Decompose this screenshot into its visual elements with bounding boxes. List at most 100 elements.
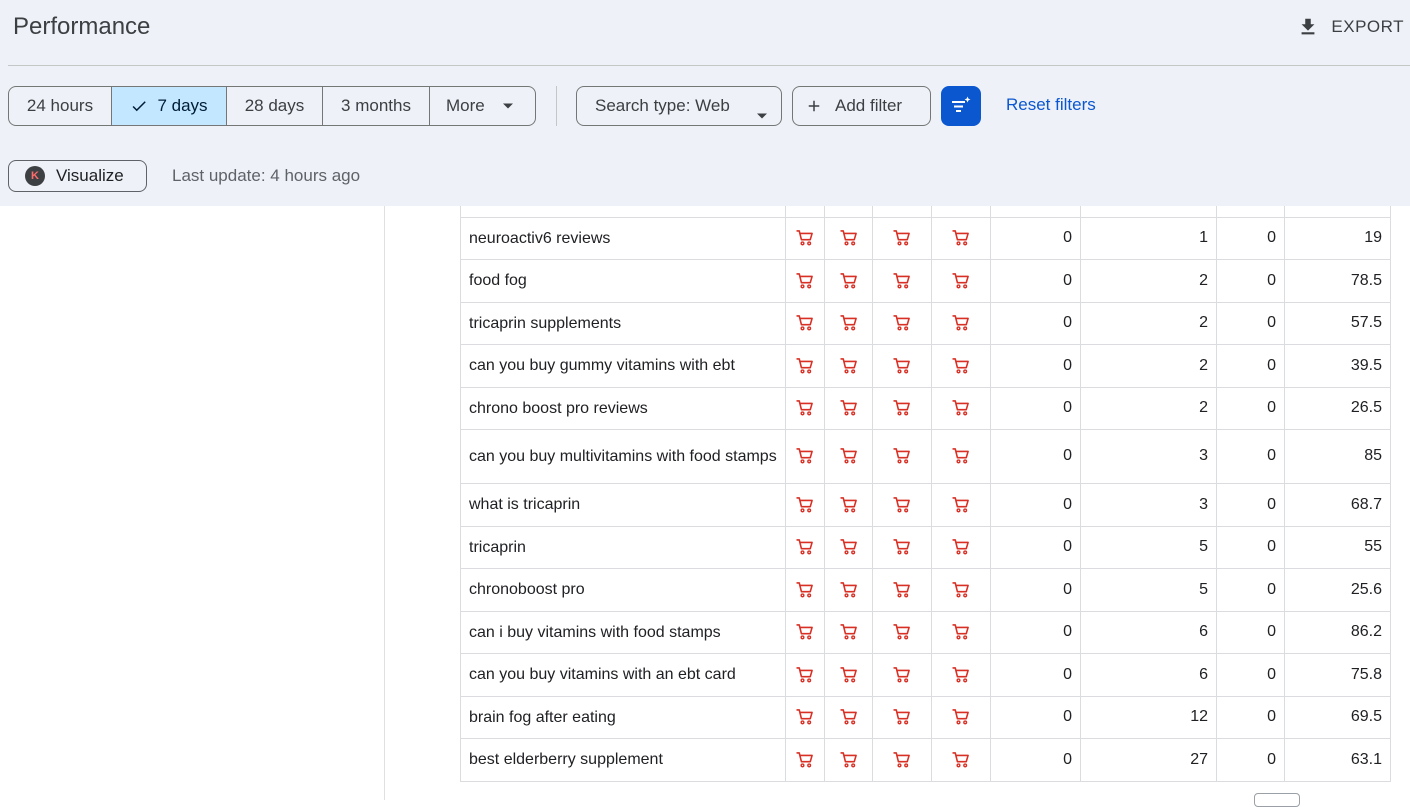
add-filter-button[interactable]: Add filter (792, 86, 931, 126)
shopping-cart-icon (785, 343, 825, 388)
shopping-cart-icon (931, 386, 991, 430)
shopping-cart-icon (785, 695, 825, 739)
shopping-cart-icon (785, 386, 825, 430)
metric-cell: 0 (1216, 428, 1285, 484)
metric-cell: 0 (990, 428, 1081, 484)
metric-cell: 0 (1216, 610, 1285, 654)
metric-cell: 75.8 (1284, 652, 1391, 697)
query-cell[interactable]: brain fog after eating (460, 695, 786, 739)
page-title: Performance (13, 13, 151, 40)
table-cell (1080, 206, 1217, 218)
queries-table-body: neuroactiv6 reviews 0 1 0 19 food fog 0 2 0 78.5 t… (460, 206, 1391, 782)
table-row[interactable]: can you buy multivitamins with food stam… (460, 428, 1391, 484)
query-cell[interactable]: can i buy vitamins with food stamps (460, 610, 786, 654)
caret-down-icon (502, 103, 513, 109)
shopping-cart-icon (824, 695, 873, 739)
last-update-text: Last update: 4 hours ago (172, 166, 361, 185)
query-cell[interactable]: what is tricaprin (460, 482, 786, 527)
shopping-cart-icon (824, 343, 873, 388)
shopping-cart-icon (872, 610, 932, 654)
shopping-cart-icon (872, 652, 932, 697)
metric-cell: 0 (990, 610, 1081, 654)
metric-cell: 6 (1080, 652, 1217, 697)
query-cell[interactable]: can you buy multivitamins with food stam… (460, 428, 786, 484)
metric-cell: 0 (1216, 482, 1285, 527)
table-row[interactable]: tricaprin supplements 0 2 0 57.5 (460, 301, 1391, 345)
export-label: EXPORT (1331, 17, 1404, 36)
table-cell (872, 206, 932, 218)
query-cell[interactable]: chrono boost pro reviews (460, 386, 786, 430)
shopping-cart-icon (931, 610, 991, 654)
query-cell[interactable]: chronoboost pro (460, 567, 786, 612)
shopping-cart-icon (872, 525, 932, 569)
shopping-cart-icon (872, 301, 932, 345)
shopping-cart-icon (785, 258, 825, 303)
shopping-cart-icon (785, 301, 825, 345)
shopping-cart-icon (931, 652, 991, 697)
export-button[interactable]: EXPORT (1297, 12, 1404, 42)
shopping-cart-icon (824, 525, 873, 569)
metric-cell: 55 (1284, 525, 1391, 569)
metric-cell: 25.6 (1284, 567, 1391, 612)
add-filter-label: Add filter (835, 96, 903, 115)
query-cell[interactable]: can you buy vitamins with an ebt card (460, 652, 786, 697)
queries-table: neuroactiv6 reviews 0 1 0 19 food fog 0 2 0 78.5 t… (460, 206, 1391, 782)
table-row[interactable]: can you buy gummy vitamins with ebt 0 2 0 39… (460, 343, 1391, 388)
date-range-label: More (446, 96, 485, 115)
shopping-cart-icon (824, 258, 873, 303)
table-row-partial (460, 206, 1391, 218)
metric-cell: 85 (1284, 428, 1391, 484)
metric-cell: 0 (1216, 386, 1285, 430)
table-row[interactable]: neuroactiv6 reviews 0 1 0 19 (460, 216, 1391, 260)
table-row[interactable]: food fog 0 2 0 78.5 (460, 258, 1391, 303)
metric-cell: 2 (1080, 301, 1217, 345)
shopping-cart-icon (824, 301, 873, 345)
date-range-selector: 24 hours 7 days 28 days 3 months More (8, 86, 536, 126)
visualize-button[interactable]: K Visualize (8, 160, 147, 192)
shopping-cart-icon (872, 567, 932, 612)
toolbar-separator (556, 86, 557, 126)
date-range-24-hours[interactable]: 24 hours (9, 87, 112, 125)
table-cell (1284, 206, 1391, 218)
metric-cell: 0 (990, 525, 1081, 569)
table-row[interactable]: can you buy vitamins with an ebt card 0 6 0… (460, 652, 1391, 697)
date-range-28-days[interactable]: 28 days (227, 87, 323, 125)
metric-cell: 0 (990, 343, 1081, 388)
query-cell[interactable]: tricaprin (460, 525, 786, 569)
table-row[interactable]: best elderberry supplement 0 27 0 63.1 (460, 737, 1391, 782)
shopping-cart-icon (931, 216, 991, 260)
metric-cell: 57.5 (1284, 301, 1391, 345)
metric-cell: 3 (1080, 428, 1217, 484)
search-type-label: Search type: Web (595, 96, 730, 115)
shopping-cart-icon (931, 343, 991, 388)
metric-cell: 0 (1216, 652, 1285, 697)
table-row[interactable]: what is tricaprin 0 3 0 68.7 (460, 482, 1391, 527)
shopping-cart-icon (785, 216, 825, 260)
shopping-cart-icon (824, 652, 873, 697)
rows-per-page-select[interactable] (1254, 793, 1300, 807)
metric-cell: 78.5 (1284, 258, 1391, 303)
table-row[interactable]: brain fog after eating 0 12 0 69.5 (460, 695, 1391, 739)
query-cell[interactable]: can you buy gummy vitamins with ebt (460, 343, 786, 388)
table-cell (824, 206, 873, 218)
filter-sparkle-button[interactable] (941, 86, 981, 126)
query-cell[interactable]: neuroactiv6 reviews (460, 216, 786, 260)
date-range-7-days[interactable]: 7 days (112, 87, 227, 125)
query-cell[interactable]: food fog (460, 258, 786, 303)
search-type-dropdown[interactable]: Search type: Web (576, 86, 782, 126)
metric-cell: 68.7 (1284, 482, 1391, 527)
table-row[interactable]: chrono boost pro reviews 0 2 0 26.5 (460, 386, 1391, 430)
query-cell[interactable]: best elderberry supplement (460, 737, 786, 782)
table-row[interactable]: tricaprin 0 5 0 55 (460, 525, 1391, 569)
date-range-3-months[interactable]: 3 months (323, 87, 430, 125)
date-range-more-dropdown[interactable]: More (430, 87, 535, 125)
table-row[interactable]: chronoboost pro 0 5 0 25.6 (460, 567, 1391, 612)
shopping-cart-icon (931, 301, 991, 345)
shopping-cart-icon (785, 567, 825, 612)
table-cell (460, 206, 786, 218)
table-row[interactable]: can i buy vitamins with food stamps 0 6 0 86… (460, 610, 1391, 654)
metric-cell: 0 (990, 258, 1081, 303)
download-icon (1297, 16, 1319, 38)
query-cell[interactable]: tricaprin supplements (460, 301, 786, 345)
reset-filters-link[interactable]: Reset filters (1006, 95, 1096, 115)
